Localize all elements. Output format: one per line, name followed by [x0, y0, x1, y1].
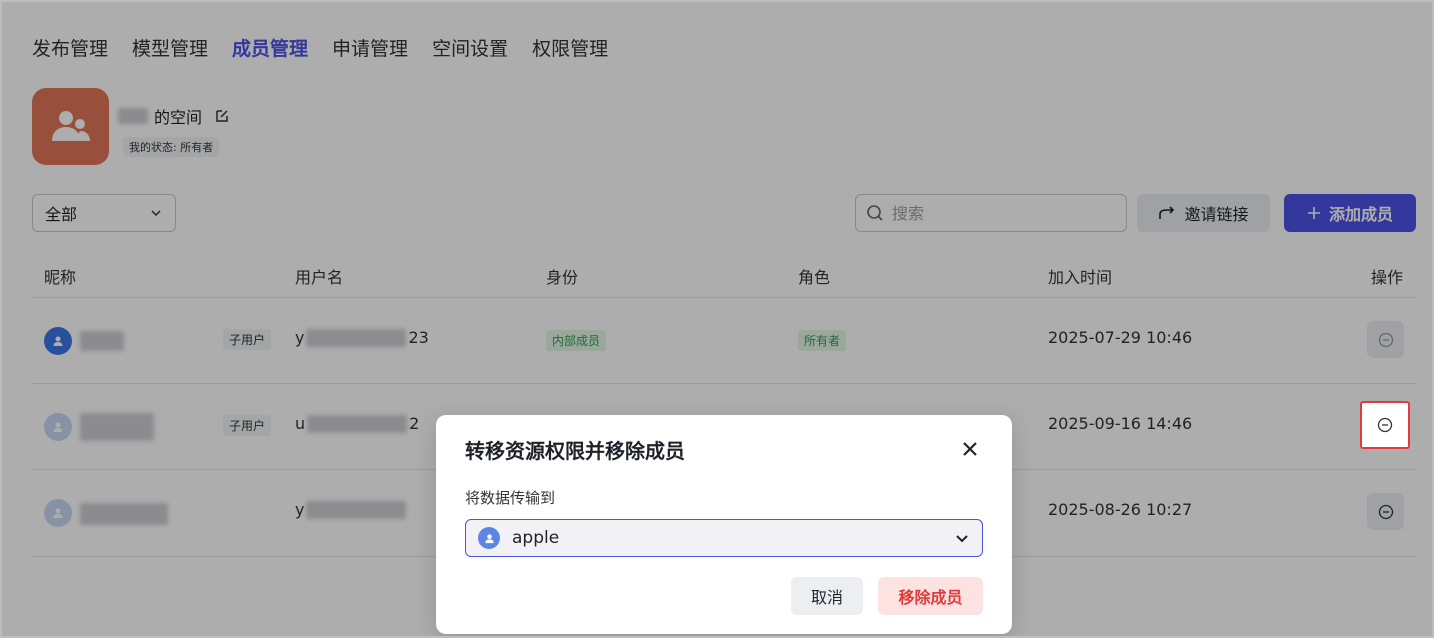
app-window: 发布管理 模型管理 成员管理 申请管理 空间设置 权限管理 的空间 我的状态: …	[0, 0, 1434, 638]
cancel-button[interactable]: 取消	[791, 577, 863, 615]
transfer-target-select[interactable]: apple	[465, 519, 983, 557]
close-icon	[963, 442, 977, 456]
transfer-target-label: 将数据传输到	[465, 489, 556, 507]
user-icon	[484, 533, 494, 543]
transfer-remove-dialog: 转移资源权限并移除成员 将数据传输到 apple 取消 移除成员	[436, 415, 1012, 634]
selected-user: apple	[512, 528, 560, 548]
avatar	[478, 527, 500, 549]
dialog-title: 转移资源权限并移除成员	[465, 439, 685, 463]
highlighted-remove-button[interactable]	[1360, 401, 1410, 449]
close-button[interactable]	[958, 437, 982, 461]
remove-member-confirm-button[interactable]: 移除成员	[878, 577, 983, 615]
minus-circle-icon	[1377, 417, 1393, 433]
chevron-down-icon	[956, 535, 968, 543]
